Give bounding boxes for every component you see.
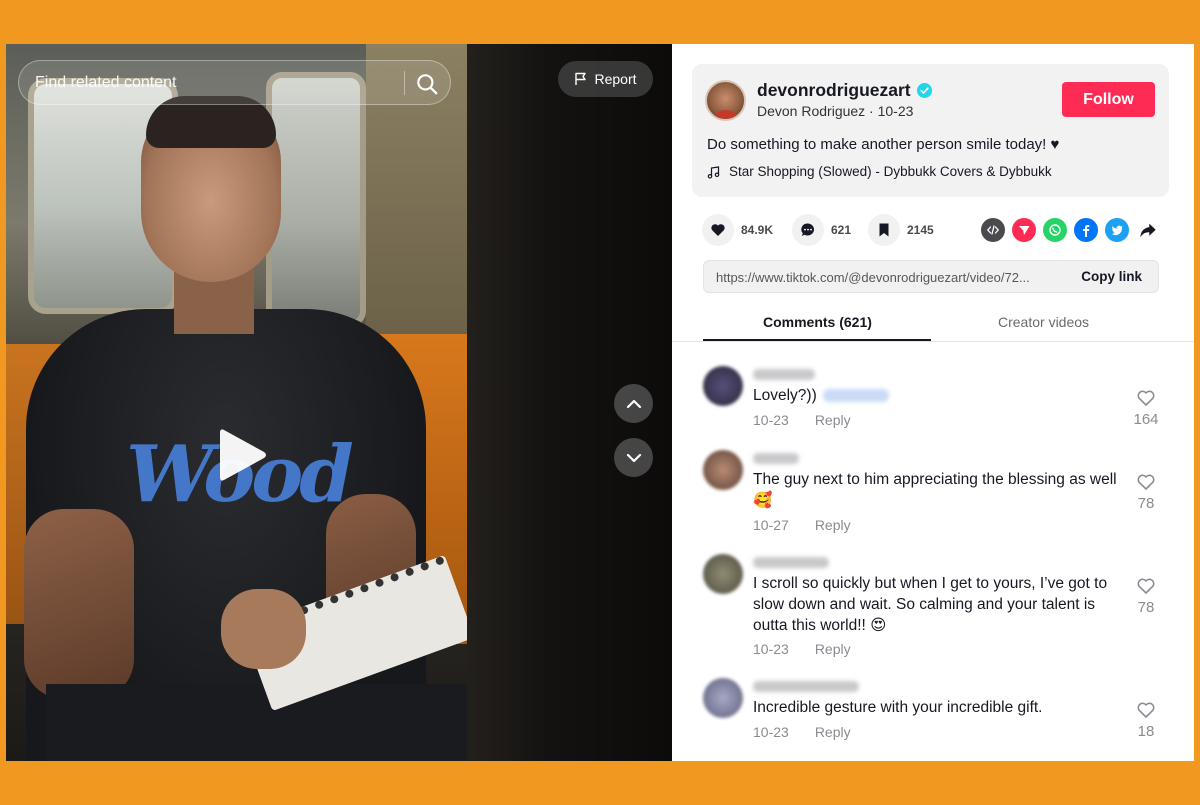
- heart-outline-icon[interactable]: [1136, 472, 1156, 492]
- details-panel: devonrodriguezart Devon Rodriguez · 10-2…: [672, 44, 1194, 761]
- comment-date: 10-23: [753, 724, 789, 740]
- comment-text: I scroll so quickly but when I get to yo…: [753, 575, 1108, 634]
- heart-icon: [711, 224, 725, 236]
- reply-button[interactable]: Reply: [815, 412, 851, 428]
- facebook-icon: [1083, 225, 1090, 237]
- report-label: Report: [594, 71, 637, 87]
- share-arrow-icon: [1140, 223, 1156, 238]
- commenter-name-blurred[interactable]: [753, 453, 799, 464]
- whatsapp-icon: [1049, 224, 1061, 236]
- comment-date: 10-27: [753, 517, 789, 533]
- comment-button[interactable]: 621: [792, 214, 851, 246]
- mention-blurred[interactable]: [822, 389, 889, 403]
- creator-username[interactable]: devonrodriguezart: [757, 80, 911, 101]
- like-button[interactable]: 84.9K: [702, 214, 773, 246]
- copy-link-button[interactable]: Copy link: [1081, 269, 1142, 284]
- comment-icon: [801, 223, 815, 236]
- reply-button[interactable]: Reply: [815, 517, 851, 533]
- tattooed-arm: [24, 509, 134, 699]
- music-link[interactable]: Star Shopping (Slowed) - Dybbukk Covers …: [729, 164, 1052, 179]
- video-player[interactable]: Wood Find related content Report: [6, 44, 672, 761]
- creator-subline: Devon Rodriguez · 10-23: [757, 103, 914, 119]
- search-placeholder: Find related content: [35, 74, 177, 91]
- save-button[interactable]: 2145: [868, 214, 934, 246]
- bookmark-icon: [879, 223, 889, 237]
- video-frame: Wood: [6, 44, 467, 761]
- more-share-button[interactable]: [1136, 218, 1160, 242]
- commenter-name-blurred[interactable]: [753, 369, 815, 380]
- creator-card: devonrodriguezart Devon Rodriguez · 10-2…: [692, 64, 1169, 197]
- commenter-avatar[interactable]: [703, 366, 743, 406]
- heart-outline-icon[interactable]: [1136, 576, 1156, 596]
- video-caption: Do something to make another person smil…: [707, 136, 1060, 153]
- comment-text: The guy next to him appreciating the ble…: [753, 471, 1117, 509]
- tab-comments[interactable]: Comments (621): [763, 314, 872, 330]
- commenter-name-blurred[interactable]: [753, 681, 859, 692]
- commenter-avatar[interactable]: [703, 678, 743, 718]
- comment-like-count: 78: [1137, 599, 1155, 616]
- comment-like-count: 18: [1137, 723, 1155, 740]
- whatsapp-share-button[interactable]: [1043, 218, 1067, 242]
- search-input[interactable]: Find related content: [18, 60, 451, 105]
- video-url[interactable]: https://www.tiktok.com/@devonrodriguezar…: [716, 270, 1066, 285]
- creator-avatar[interactable]: [705, 80, 746, 121]
- send-icon: [1019, 226, 1030, 235]
- commenter-name-blurred[interactable]: [753, 557, 829, 568]
- reply-button[interactable]: Reply: [815, 724, 851, 740]
- comment-like-count: 78: [1137, 495, 1155, 512]
- verified-badge-icon: [917, 83, 932, 98]
- tab-bar: Comments (621) Creator videos: [672, 306, 1194, 342]
- active-tab-indicator: [703, 339, 931, 341]
- heart-outline-icon[interactable]: [1136, 700, 1156, 720]
- tab-creator-videos[interactable]: Creator videos: [998, 314, 1089, 330]
- commenter-avatar[interactable]: [703, 554, 743, 594]
- comment-like-count: 164: [1133, 411, 1159, 428]
- chevron-down-icon: [626, 453, 641, 462]
- twitter-icon: [1111, 225, 1123, 236]
- search-icon[interactable]: [414, 71, 440, 97]
- twitter-share-button[interactable]: [1105, 218, 1129, 242]
- train-window: [266, 72, 366, 327]
- commenter-avatar[interactable]: [703, 450, 743, 490]
- embed-icon: [986, 225, 1000, 235]
- video-link-box: https://www.tiktok.com/@devonrodriguezar…: [703, 260, 1159, 293]
- music-note-icon: [707, 166, 720, 179]
- next-video-button[interactable]: [614, 438, 653, 477]
- heart-outline-icon[interactable]: [1136, 388, 1156, 408]
- chevron-up-icon: [626, 399, 641, 408]
- reply-button[interactable]: Reply: [815, 641, 851, 657]
- like-count: 84.9K: [741, 223, 774, 237]
- comment-count: 621: [831, 223, 852, 237]
- comment-text: Incredible gesture with your incredible …: [753, 699, 1043, 716]
- facebook-share-button[interactable]: [1074, 218, 1098, 242]
- send-to-friends-button[interactable]: [1012, 218, 1036, 242]
- comment-text: Lovely?)): [753, 385, 1123, 406]
- comment-date: 10-23: [753, 412, 789, 428]
- comment-date: 10-23: [753, 641, 789, 657]
- play-icon[interactable]: [212, 426, 270, 484]
- report-button[interactable]: Report: [558, 61, 653, 97]
- follow-button[interactable]: Follow: [1062, 82, 1155, 117]
- save-count: 2145: [907, 223, 934, 237]
- flag-icon: [575, 72, 587, 85]
- previous-video-button[interactable]: [614, 384, 653, 423]
- embed-button[interactable]: [981, 218, 1005, 242]
